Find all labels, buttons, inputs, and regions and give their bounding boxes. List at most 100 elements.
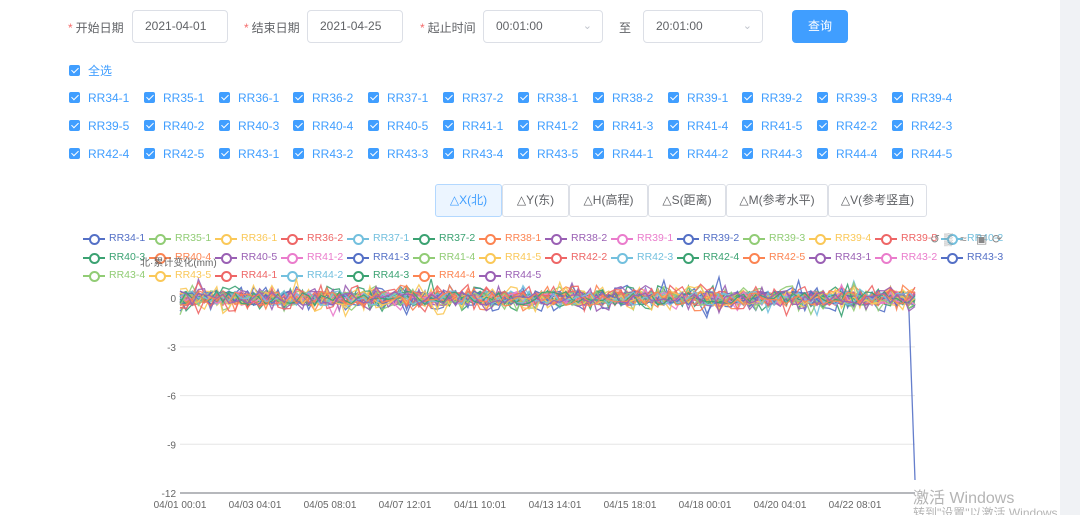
restore-icon[interactable]: ↺ xyxy=(930,232,940,246)
tab-2[interactable]: △H(高程) xyxy=(569,184,648,217)
legend-label: RR41-4 xyxy=(439,251,476,263)
checkbox-checked-icon xyxy=(69,65,80,76)
checkbox-label: RR39-3 xyxy=(836,91,878,105)
series-line xyxy=(179,288,916,318)
legend-marker-icon xyxy=(479,271,501,282)
tab-0[interactable]: △X(北) xyxy=(435,184,502,217)
checkbox-checked-icon xyxy=(742,120,753,131)
x-tick-label: 04/22 08:01 xyxy=(829,500,882,511)
checkbox-checked-icon xyxy=(69,120,80,131)
series-line xyxy=(179,283,916,307)
legend-marker-icon xyxy=(215,234,237,245)
checkbox-label: RR44-1 xyxy=(612,147,654,161)
checkbox-label: RR40-2 xyxy=(163,119,205,133)
checkbox-checked-icon xyxy=(443,92,454,103)
checkbox-checked-icon xyxy=(368,120,379,131)
legend-label: RR44-3 xyxy=(373,269,410,281)
legend-marker-icon xyxy=(149,234,171,245)
chevron-down-icon: ⌄ xyxy=(742,20,752,32)
line-chart-icon[interactable]: ≈ xyxy=(960,232,967,246)
checkbox-label: RR44-4 xyxy=(836,147,878,161)
checkbox-label: RR43-4 xyxy=(462,147,504,161)
series-line xyxy=(179,289,916,308)
tab-4[interactable]: △M(参考水平) xyxy=(726,184,828,217)
checkbox-checked-icon xyxy=(892,148,903,159)
series-line xyxy=(179,278,916,313)
checkbox-checked-icon xyxy=(892,92,903,103)
checkbox-checked-icon xyxy=(518,92,529,103)
legend-label: RR44-4 xyxy=(439,269,476,281)
series-line xyxy=(179,283,916,318)
checkbox-checked-icon xyxy=(817,120,828,131)
legend-marker-icon xyxy=(809,234,831,245)
checkbox-label: RR35-1 xyxy=(163,91,205,105)
checkbox-checked-icon xyxy=(144,120,155,131)
series-line xyxy=(179,289,916,311)
tab-3[interactable]: △S(距离) xyxy=(648,184,726,217)
bar-chart-icon[interactable]: ▒ xyxy=(944,232,953,246)
legend-marker-icon xyxy=(479,234,501,245)
checkbox-label: RR36-2 xyxy=(312,91,354,105)
series-line xyxy=(179,283,916,315)
legend-marker-icon xyxy=(281,253,303,264)
legend-label: RR42-4 xyxy=(703,251,740,263)
end-time-select[interactable]: 20:01:00 ⌄ xyxy=(643,10,763,43)
checkbox-checked-icon xyxy=(668,120,679,131)
scrollbar[interactable] xyxy=(1060,0,1080,515)
checkbox-checked-icon xyxy=(219,120,230,131)
legend-label: RR43-4 xyxy=(109,269,146,281)
series-line xyxy=(179,288,916,307)
start-date-input[interactable]: 2021-04-01 xyxy=(132,10,228,43)
series-line xyxy=(179,283,916,318)
series-line xyxy=(179,284,916,307)
legend-label: RR39-4 xyxy=(835,232,872,244)
checkbox-label: RR37-2 xyxy=(462,91,504,105)
legend-label: RR35-1 xyxy=(175,232,212,244)
x-tick-label: 04/05 08:01 xyxy=(304,500,357,511)
series-line xyxy=(179,284,916,314)
tab-1[interactable]: △Y(东) xyxy=(502,184,569,217)
query-button[interactable]: 查询 xyxy=(792,10,848,43)
chevron-down-icon: ⌄ xyxy=(582,20,592,32)
legend-marker-icon xyxy=(875,234,897,245)
y-tick-label: -9 xyxy=(167,440,176,451)
checkbox-label: RR41-3 xyxy=(612,119,654,133)
legend-label: RR42-3 xyxy=(637,251,674,263)
legend-label: RR43-2 xyxy=(901,251,938,263)
refresh-icon[interactable]: ⟳ xyxy=(992,232,1002,246)
series-line xyxy=(179,288,916,307)
series-line xyxy=(179,277,916,307)
checkbox-label: RR39-1 xyxy=(687,91,729,105)
checkbox-checked-icon xyxy=(69,148,80,159)
legend-marker-icon xyxy=(149,271,171,282)
legend-marker-icon xyxy=(413,234,435,245)
end-date-input[interactable]: 2021-04-25 xyxy=(307,10,403,43)
checkbox-label: RR42-5 xyxy=(163,147,205,161)
checkbox-checked-icon xyxy=(69,92,80,103)
checkbox-checked-icon xyxy=(518,120,529,131)
checkbox-label: RR39-5 xyxy=(88,119,130,133)
start-time-select[interactable]: 00:01:00 ⌄ xyxy=(483,10,603,43)
x-tick-label: 04/15 18:01 xyxy=(604,500,657,511)
legend-label: RR38-1 xyxy=(505,232,542,244)
checkbox-label: RR34-1 xyxy=(88,91,130,105)
legend-label: RR44-2 xyxy=(307,269,344,281)
end-date-label: * 结束日期 xyxy=(244,21,300,35)
legend-marker-icon xyxy=(83,234,105,245)
legend-label: RR43-3 xyxy=(967,251,1004,263)
legend-label: RR41-3 xyxy=(373,251,410,263)
legend-marker-icon xyxy=(347,234,369,245)
legend-marker-icon xyxy=(215,253,237,264)
series-line xyxy=(179,279,916,315)
legend-marker-icon xyxy=(677,253,699,264)
series-line xyxy=(179,288,916,311)
checkbox-label: RR44-5 xyxy=(911,147,953,161)
legend-marker-icon xyxy=(479,253,501,264)
to-label: 至 xyxy=(619,21,632,35)
tab-5[interactable]: △V(参考竖直) xyxy=(828,184,927,217)
y-axis-label: 北·累计变化(mm) xyxy=(140,258,217,269)
legend-marker-icon xyxy=(875,253,897,264)
save-image-icon[interactable]: ▣ xyxy=(976,232,987,246)
legend-marker-icon xyxy=(545,234,567,245)
checkbox-checked-icon xyxy=(293,148,304,159)
